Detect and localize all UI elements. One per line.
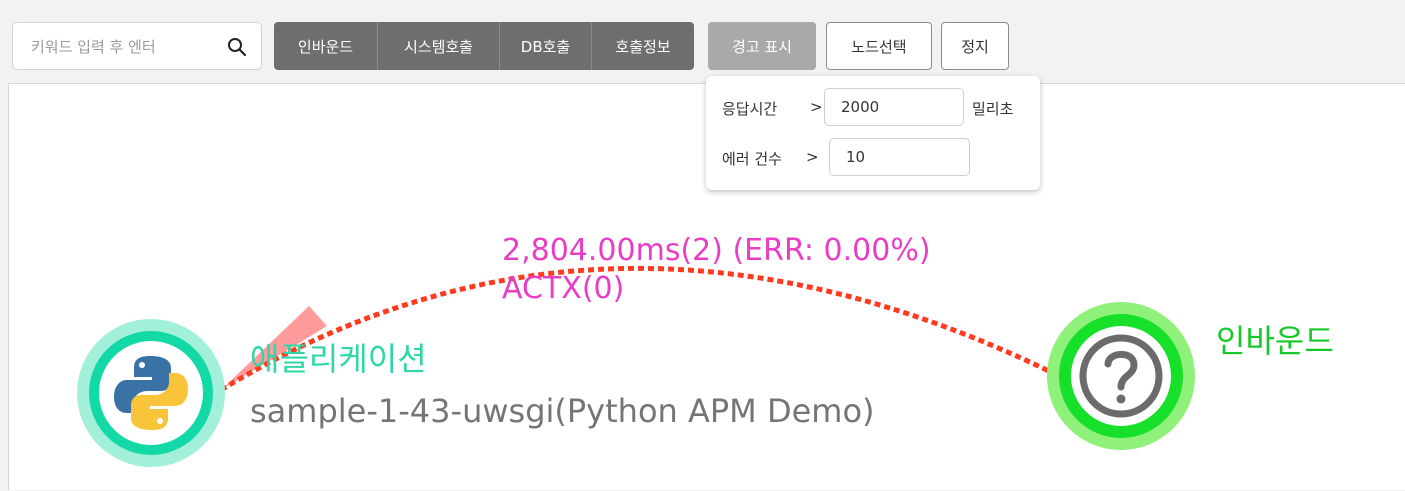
- filter-inbound-button[interactable]: 인바운드: [274, 22, 378, 70]
- inbound-node[interactable]: [1047, 302, 1195, 450]
- inbound-node-title: 인바운드: [1216, 322, 1334, 360]
- response-time-row: 응답시간 > 밀리초: [706, 88, 1040, 128]
- edge-metrics-label: 2,804.00ms(2) (ERR: 0.00%) ACTX(0): [502, 234, 931, 310]
- app-node-subtitle: sample-1-43-uwsgi(Python APM Demo): [250, 392, 875, 430]
- response-time-label: 응답시간: [722, 100, 778, 118]
- filter-db-call-button[interactable]: DB호출: [500, 22, 592, 70]
- response-time-input[interactable]: [824, 88, 964, 126]
- edge-active-tx: ACTX(0): [502, 271, 625, 306]
- node-select-button[interactable]: 노드선택: [826, 22, 932, 70]
- app-node-title: 애플리케이션: [250, 340, 427, 378]
- search-icon[interactable]: [227, 37, 247, 57]
- filter-call-info-button[interactable]: 호출정보: [592, 22, 694, 70]
- view-filter-group: 인바운드 시스템호출 DB호출 호출정보: [274, 22, 694, 70]
- response-time-operator: >: [810, 98, 823, 116]
- edge-response-time: 2,804.00ms(2) (ERR: 0.00%): [502, 233, 931, 268]
- error-count-row: 에러 건수 >: [706, 138, 1040, 178]
- warning-display-button[interactable]: 경고 표시: [708, 22, 816, 70]
- search-box[interactable]: [12, 22, 262, 70]
- error-count-label: 에러 건수: [722, 150, 782, 168]
- stop-button[interactable]: 정지: [941, 22, 1009, 70]
- warning-settings-popup: 응답시간 > 밀리초 에러 건수 >: [706, 76, 1040, 190]
- app-node[interactable]: [77, 319, 225, 467]
- error-count-operator: >: [806, 148, 819, 166]
- error-count-input[interactable]: [829, 138, 970, 176]
- search-input[interactable]: [29, 31, 223, 63]
- toolbar: 인바운드 시스템호출 DB호출 호출정보 경고 표시 노드선택 정지: [0, 0, 1405, 80]
- filter-system-call-button[interactable]: 시스템호출: [378, 22, 500, 70]
- response-time-unit: 밀리초: [972, 100, 1014, 118]
